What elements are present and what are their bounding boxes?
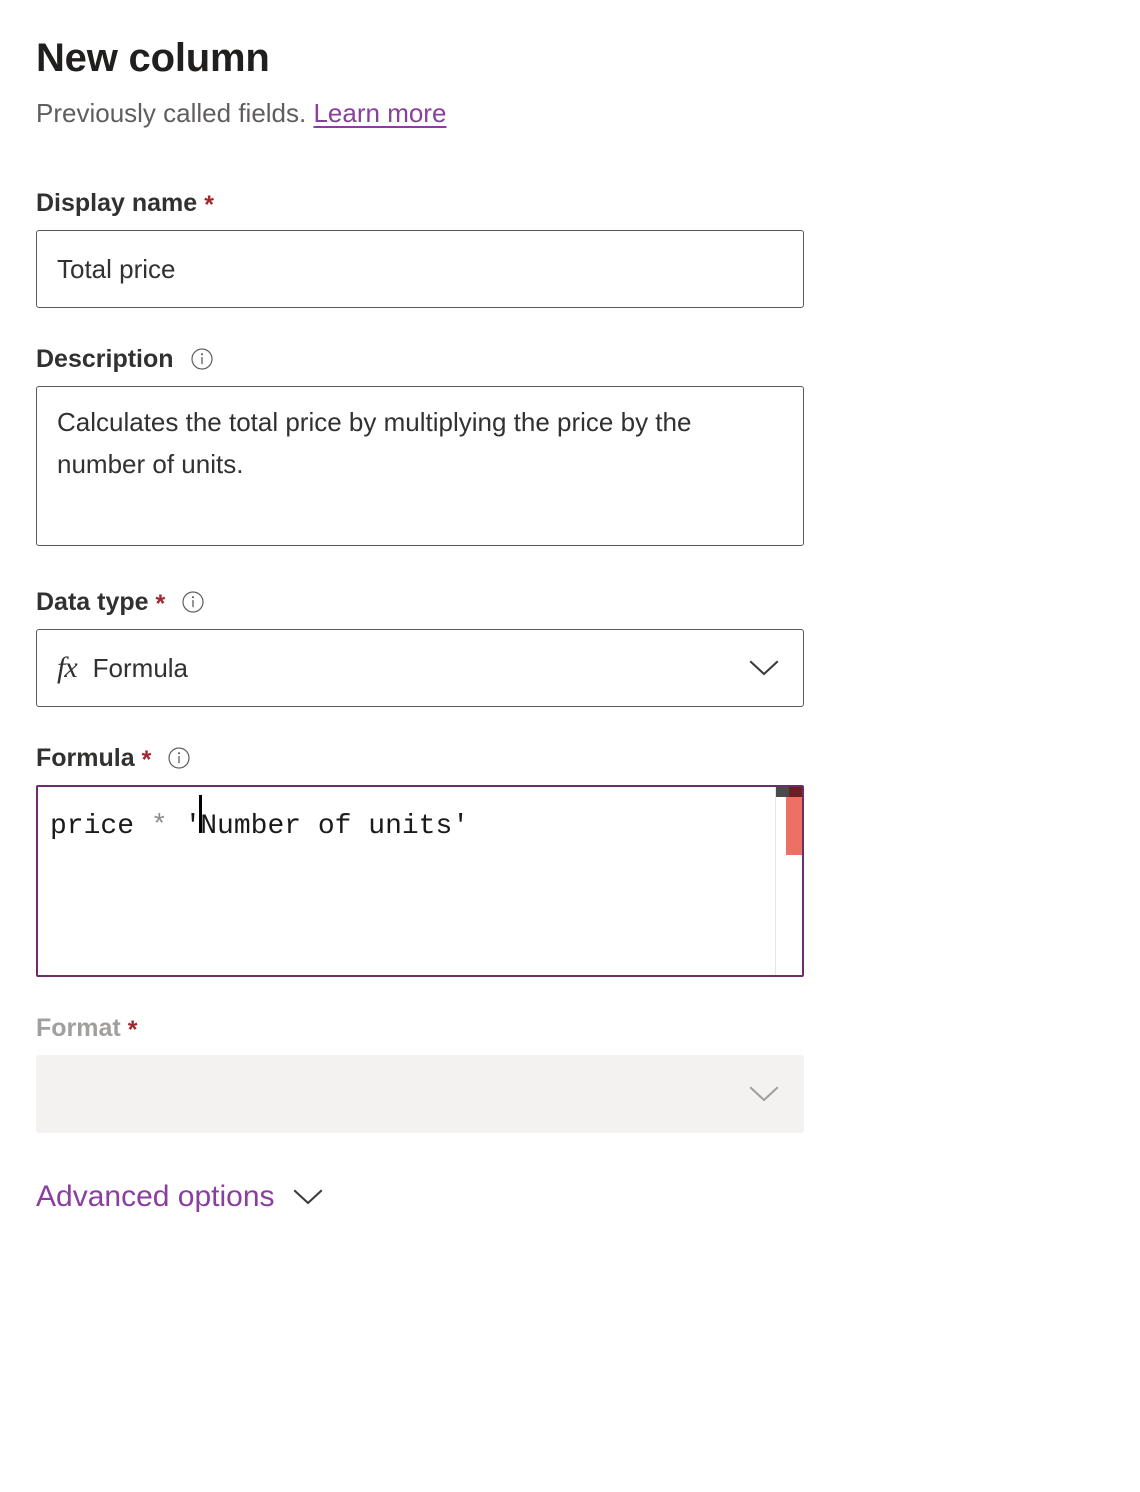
gutter-error-top-marker: [789, 787, 802, 797]
formula-operand-2: Number of units': [200, 804, 469, 850]
subtitle-text: Previously called fields.: [36, 98, 306, 128]
page-subtitle: Previously called fields. Learn more: [36, 96, 1104, 130]
data-type-dropdown[interactable]: fx Formula: [36, 629, 804, 707]
chevron-down-icon: [749, 659, 779, 677]
formula-quote-open: ': [168, 804, 202, 850]
formula-scrollbar-gutter[interactable]: [775, 787, 802, 975]
chevron-down-icon: [293, 1188, 323, 1206]
data-type-label: Data type *: [36, 587, 1104, 617]
formula-operand-1: price: [50, 804, 151, 850]
display-name-label: Display name *: [36, 188, 1104, 218]
advanced-options-label: Advanced options: [36, 1179, 275, 1215]
error-marker[interactable]: [786, 797, 802, 855]
info-icon[interactable]: [190, 347, 214, 371]
formula-label-text: Formula: [36, 743, 135, 773]
field-data-type: Data type * fx Formula: [36, 587, 1104, 707]
formula-label: Formula *: [36, 743, 1104, 773]
chevron-down-icon: [749, 1085, 779, 1103]
required-asterisk: *: [156, 592, 166, 617]
advanced-options-toggle[interactable]: Advanced options: [36, 1179, 323, 1215]
fx-icon: fx: [57, 651, 77, 685]
data-type-value: Formula: [93, 653, 188, 684]
field-description: Description Calculates the total price b…: [36, 344, 1104, 551]
description-textarea[interactable]: Calculates the total price by multiplyin…: [36, 386, 804, 546]
display-name-label-text: Display name: [36, 188, 197, 218]
field-display-name: Display name *: [36, 188, 1104, 308]
formula-operator: *: [151, 804, 168, 850]
formula-editor[interactable]: price * 'Number of units': [36, 785, 804, 977]
format-dropdown[interactable]: [36, 1055, 804, 1133]
formula-expression[interactable]: price * 'Number of units': [38, 787, 802, 850]
info-icon[interactable]: [181, 590, 205, 614]
field-formula: Formula * price * 'Number of units': [36, 743, 1104, 977]
gutter-overview-marker: [776, 787, 789, 797]
description-label: Description: [36, 344, 1104, 374]
learn-more-link[interactable]: Learn more: [313, 98, 446, 128]
format-label: Format *: [36, 1013, 1104, 1043]
data-type-label-text: Data type: [36, 587, 149, 617]
page-title: New column: [36, 34, 1104, 82]
required-asterisk: *: [204, 193, 214, 218]
field-format: Format *: [36, 1013, 1104, 1133]
description-label-text: Description: [36, 344, 174, 374]
required-asterisk: *: [142, 748, 152, 773]
format-label-text: Format: [36, 1013, 121, 1043]
required-asterisk: *: [128, 1018, 138, 1043]
info-icon[interactable]: [167, 746, 191, 770]
display-name-input[interactable]: [36, 230, 804, 308]
new-column-panel: New column Previously called fields. Lea…: [0, 0, 1104, 1215]
